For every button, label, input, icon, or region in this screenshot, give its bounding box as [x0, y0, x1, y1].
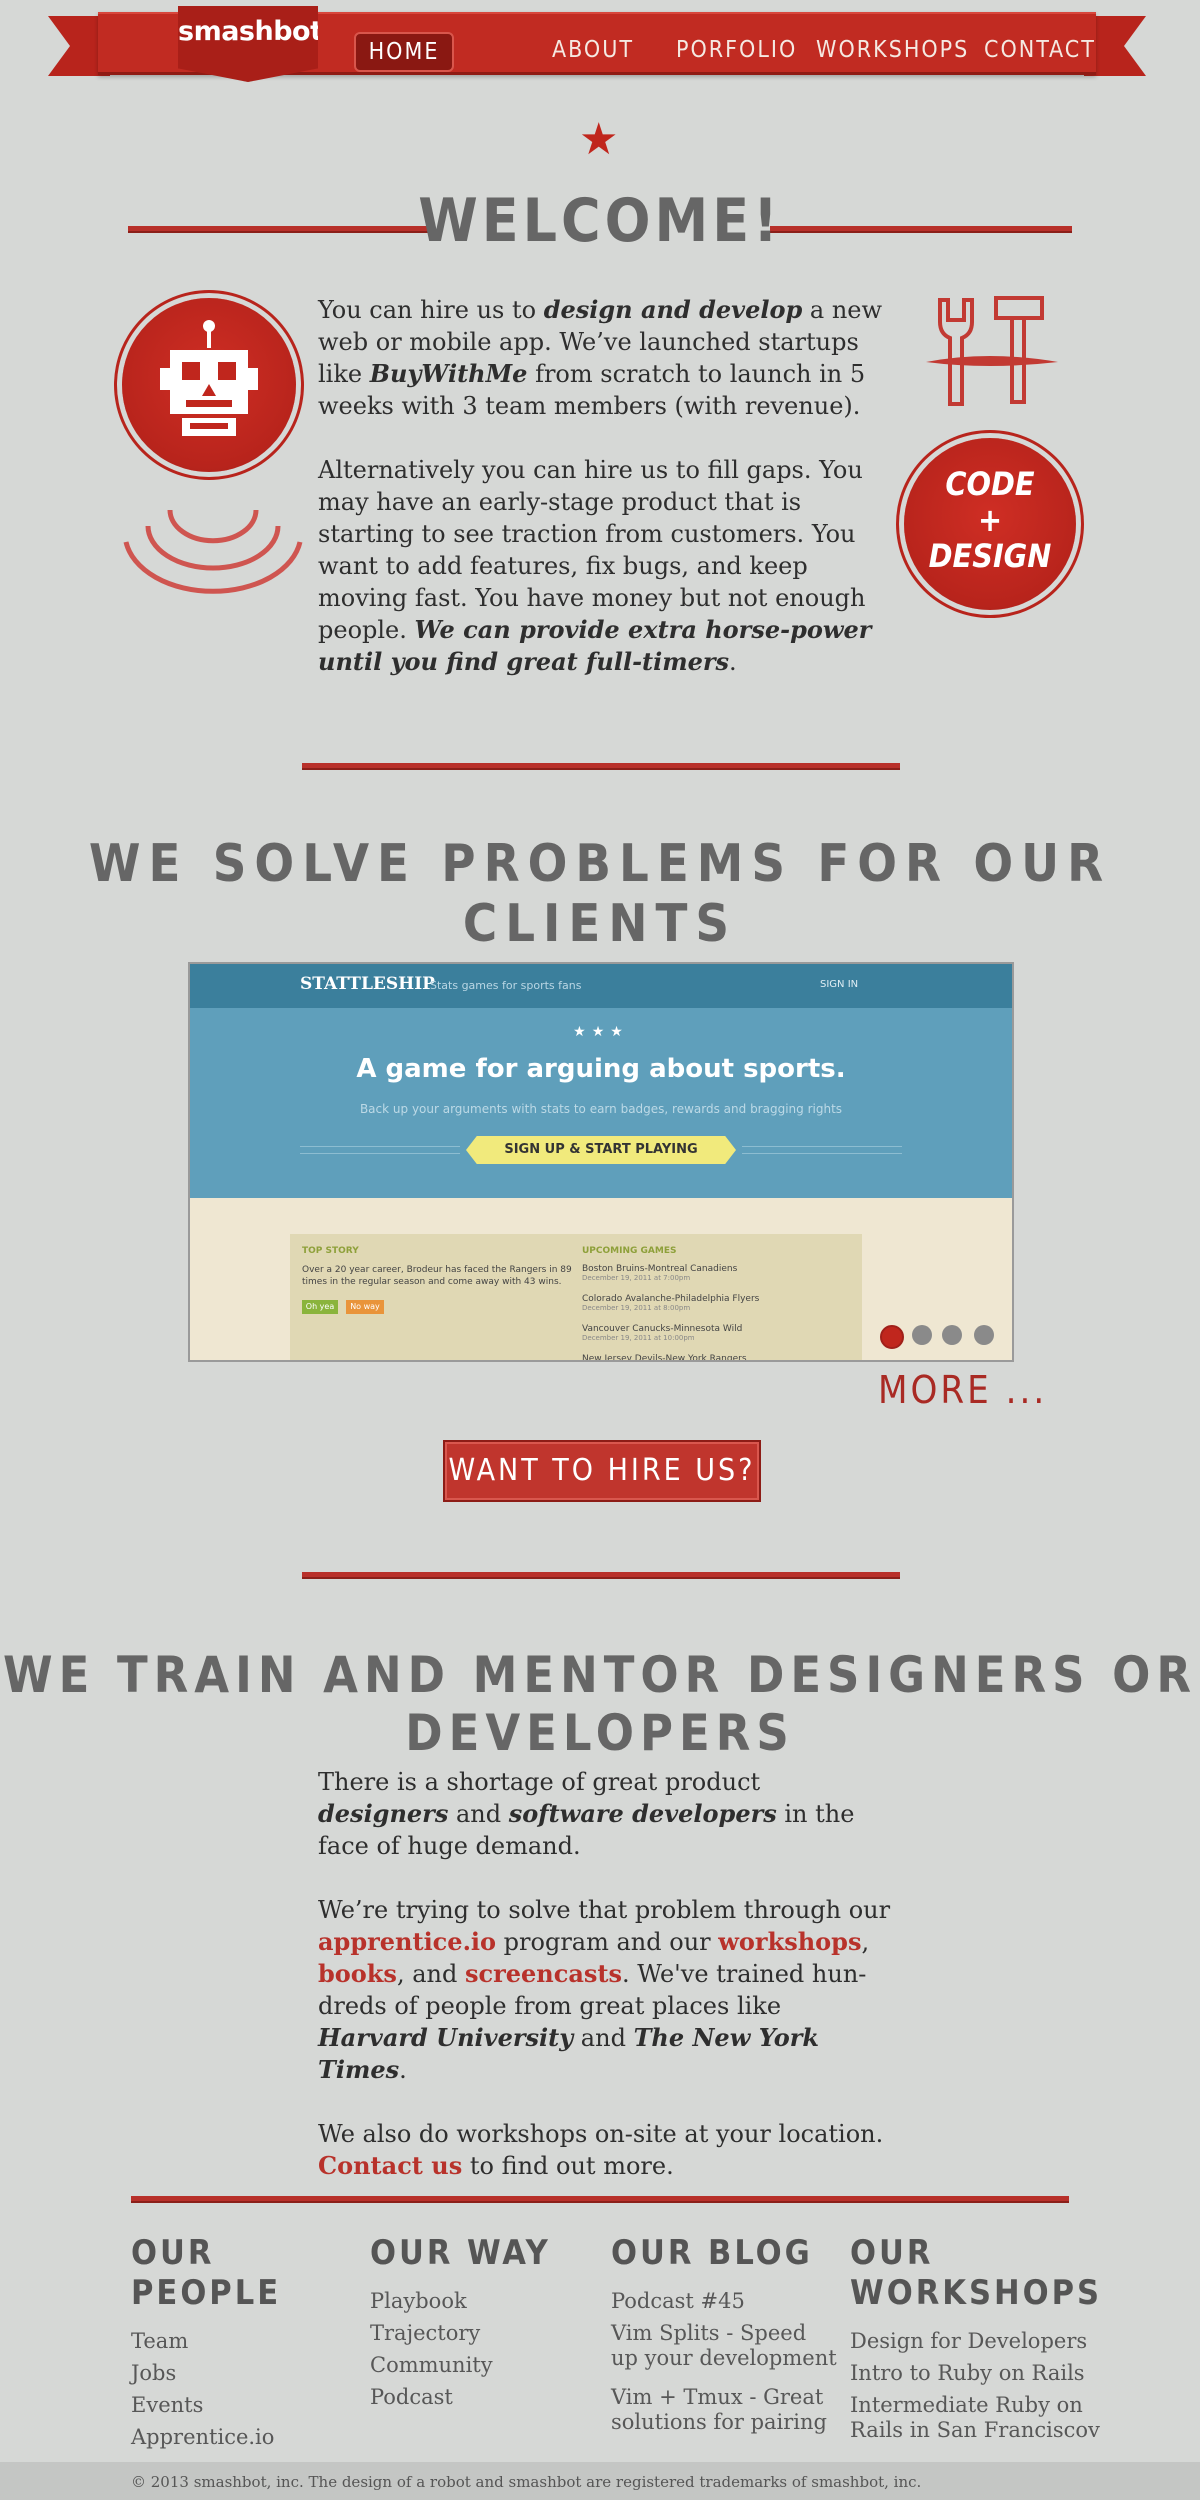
- clients-heading: We solve problems for our clients: [88, 834, 1112, 954]
- nav-about[interactable]: About: [548, 32, 638, 68]
- train-copy: There is a shortage of great product des…: [318, 1766, 898, 2214]
- showcase-signin: SIGN IN: [820, 979, 859, 990]
- screencasts-link[interactable]: screencasts: [465, 1959, 622, 1988]
- section-divider-2: [302, 1572, 900, 1579]
- showcase-yes-button: Oh yea: [302, 1300, 338, 1314]
- showcase-cta: SIGN UP & START PLAYING: [466, 1136, 736, 1164]
- slide-dot-2[interactable]: [912, 1325, 932, 1345]
- nav-contact[interactable]: Contact: [984, 32, 1094, 68]
- footer-link[interactable]: Playbook: [370, 2289, 600, 2314]
- contact-us-link[interactable]: Contact us: [318, 2151, 462, 2180]
- upcoming-game: Boston Bruins-Montreal Canadiens December…: [582, 1264, 738, 1282]
- footer-link[interactable]: Design for Developers: [850, 2329, 1100, 2354]
- showcase-line-left: [300, 1146, 460, 1154]
- footer-heading: Our People: [131, 2233, 282, 2313]
- footer-link[interactable]: Podcast: [370, 2385, 600, 2410]
- train-paragraph-1: There is a shortage of great product des…: [318, 1768, 855, 1860]
- showcase-headline: A game for arguing about sports.: [356, 1054, 846, 1084]
- footer-link[interactable]: Intro to Ruby on Rails: [850, 2361, 1100, 2386]
- logo-text[interactable]: smashbot: [178, 16, 318, 47]
- books-link[interactable]: books: [318, 1959, 397, 1988]
- upcoming-list: Boston Bruins-Montreal Canadiens December…: [582, 1264, 760, 1362]
- showcase-hero: ★★★ A game for arguing about sports. Bac…: [190, 1008, 1012, 1198]
- train-paragraph-3: We also do workshops on-site at your loc…: [318, 2120, 884, 2180]
- footer-heading: Our Workshops: [850, 2233, 1103, 2313]
- copyright-bar: © 2013 smashbot, inc. The design of a ro…: [0, 2462, 1200, 2500]
- footer-link[interactable]: Intermediate Ruby on Rails in San Franci…: [850, 2393, 1100, 2443]
- copyright-text: © 2013 smashbot, inc. The design of a ro…: [131, 2473, 922, 2491]
- robot-badge: [122, 298, 296, 472]
- showcase-tagline: Stats games for sports fans: [430, 979, 582, 992]
- footer-divider: [131, 2196, 1069, 2203]
- train-heading: We train and mentor designers or develop…: [2, 1646, 1198, 1762]
- footer-link[interactable]: Apprentice.io: [131, 2425, 361, 2450]
- upcoming-game: New Jersey Devils-New York Rangers: [582, 1354, 747, 1362]
- footer-column-workshops: Our Workshops Design for Developers Intr…: [850, 2233, 1100, 2450]
- upcoming-game: Vancouver Canucks-Minnesota Wild December…: [582, 1324, 743, 1342]
- slide-dot-1[interactable]: [880, 1325, 904, 1349]
- footer-column-blog: Our Blog Podcast #45 Vim Splits - Speed …: [611, 2233, 839, 2442]
- workshops-link[interactable]: workshops: [718, 1927, 861, 1956]
- apprentice-link[interactable]: apprentice.io: [318, 1927, 496, 1956]
- signal-waves-icon: [123, 509, 303, 594]
- top-story-text: Over a 20 year career, Brodeur has faced…: [302, 1265, 572, 1287]
- showcase-no-button: No way: [346, 1300, 384, 1314]
- nav-portfolio[interactable]: Porfolio: [676, 32, 796, 68]
- nav-workshops[interactable]: Workshops: [816, 32, 967, 68]
- showcase-subline: Back up your arguments with stats to ear…: [359, 1102, 843, 1116]
- badge-line-design: Design: [928, 537, 1052, 575]
- showcase-line-right: [742, 1146, 902, 1154]
- footer-link[interactable]: Vim Splits - Speed up your development: [611, 2321, 839, 2371]
- robot-icon: [160, 320, 258, 436]
- upcoming-label: UPCOMING GAMES: [582, 1246, 677, 1256]
- badge-line-code: Code: [945, 465, 1035, 503]
- footer-link[interactable]: Jobs: [131, 2361, 361, 2386]
- section-divider-1: [302, 763, 900, 770]
- top-story-label: TOP STORY: [302, 1246, 359, 1256]
- showcase-brand: STATTLESHIP: [300, 974, 435, 994]
- footer-column-way: Our Way Playbook Trajectory Community Po…: [370, 2233, 600, 2417]
- star-icon: ★: [579, 114, 619, 165]
- welcome-copy: You can hire us to design and develop a …: [318, 294, 898, 710]
- showcase-topbar: STATTLESHIP Stats games for sports fans …: [190, 964, 1012, 1008]
- footer-link[interactable]: Events: [131, 2393, 361, 2418]
- footer-link[interactable]: Vim + Tmux - Great solutions for pairing: [611, 2385, 839, 2435]
- footer-heading: Our Way: [370, 2233, 551, 2273]
- nav-ribbon: Home About Porfolio Workshops Contact sm…: [48, 6, 1146, 82]
- logo[interactable]: smashbot: [178, 6, 318, 82]
- welcome-paragraph-2: Alternatively you can hire us to fill ga…: [318, 456, 872, 676]
- hire-us-button[interactable]: Want to hire us?: [443, 1440, 761, 1502]
- footer-link[interactable]: Team: [131, 2329, 361, 2354]
- slide-dot-3[interactable]: [942, 1325, 962, 1345]
- tools-icon: [926, 296, 1058, 406]
- portfolio-slideshow[interactable]: STATTLESHIP Stats games for sports fans …: [188, 962, 1014, 1362]
- welcome-heading: Welcome!: [418, 186, 782, 256]
- train-paragraph-2: We’re trying to solve that problem throu…: [318, 1896, 891, 2084]
- more-link[interactable]: More ...: [878, 1368, 1047, 1412]
- showcase-panel: TOP STORY Over a 20 year career, Brodeur…: [290, 1234, 862, 1360]
- footer-link[interactable]: Trajectory: [370, 2321, 600, 2346]
- footer-heading: Our Blog: [611, 2233, 813, 2273]
- welcome-paragraph-1: You can hire us to design and develop a …: [318, 295, 883, 420]
- code-design-badge: Code + Design: [904, 438, 1076, 610]
- footer-link[interactable]: Community: [370, 2353, 600, 2378]
- nav-home[interactable]: Home: [354, 32, 454, 72]
- footer-column-people: Our People Team Jobs Events Apprentice.i…: [131, 2233, 361, 2457]
- badge-line-plus: +: [977, 501, 1003, 539]
- footer-link[interactable]: Podcast #45: [611, 2289, 839, 2314]
- showcase-stars-icon: ★★★: [573, 1024, 629, 1040]
- slide-dot-4[interactable]: [974, 1325, 994, 1345]
- upcoming-game: Colorado Avalanche-Philadelphia Flyers De…: [582, 1294, 760, 1312]
